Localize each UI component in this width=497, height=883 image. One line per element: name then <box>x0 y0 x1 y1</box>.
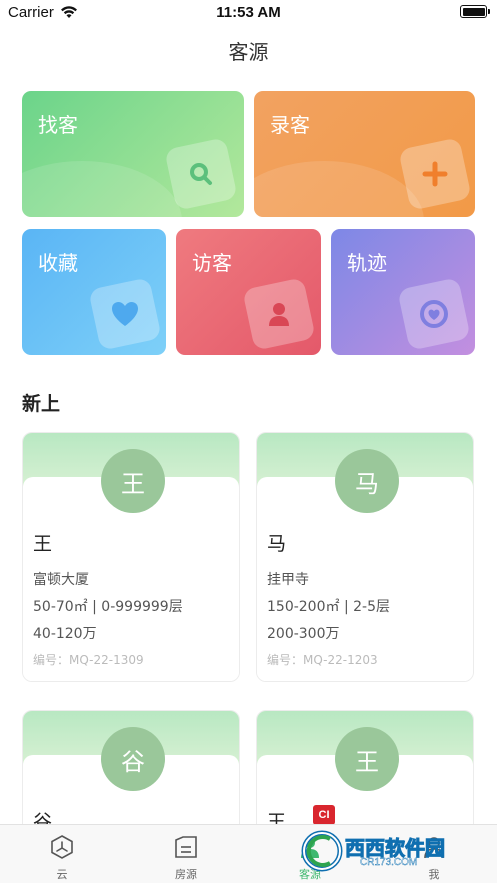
area-floor: 150-200㎡ | 2-5层 <box>267 599 390 615</box>
tab-label: 云 <box>56 868 68 881</box>
customer-card[interactable]: 王 王 富顿大厦 50-70㎡ | 0-999999层 40-120万 编号：M… <box>22 432 240 682</box>
tile-label: 轨迹 <box>347 251 387 275</box>
status-bar: Carrier 11:53 AM <box>0 0 497 26</box>
customer-card[interactable]: 马 马 挂甲寺 150-200㎡ | 2-5层 200-300万 编号：MQ-2… <box>256 432 474 682</box>
track-tile[interactable]: 轨迹 <box>331 229 475 355</box>
watermark-logo-icon <box>301 830 343 872</box>
avatar: 王 <box>101 449 165 513</box>
avatar: 谷 <box>101 727 165 791</box>
price-range: 200-300万 <box>267 626 340 642</box>
section-title: 新上 <box>22 393 61 415</box>
search-icon <box>164 137 238 211</box>
avatar: 马 <box>335 449 399 513</box>
track-icon <box>397 277 471 351</box>
tab-label: 房源 <box>175 868 197 881</box>
battery-icon <box>460 5 490 18</box>
cloud-hex-icon <box>51 835 73 859</box>
plus-icon <box>398 137 472 211</box>
favorites-tile[interactable]: 收藏 <box>22 229 166 355</box>
tile-label: 录客 <box>270 113 310 137</box>
tile-label: 收藏 <box>38 251 78 275</box>
clock: 11:53 AM <box>216 4 281 21</box>
visitors-tile[interactable]: 访客 <box>176 229 321 355</box>
house-doc-icon <box>175 836 197 858</box>
price-range: 40-120万 <box>33 626 97 642</box>
tile-label: 访客 <box>192 251 232 275</box>
find-customer-tile[interactable]: 找客 <box>22 91 244 217</box>
watermark-subtext: CR173.COM <box>360 857 418 868</box>
tab-listings[interactable]: 房源 <box>124 825 248 883</box>
add-customer-tile[interactable]: 录客 <box>254 91 475 217</box>
building-name: 挂甲寺 <box>267 572 309 588</box>
tile-decoration <box>22 161 182 217</box>
page-title: 客源 <box>228 40 269 64</box>
customer-name: 王 <box>33 533 53 555</box>
person-icon <box>242 277 316 351</box>
building-name: 富顿大厦 <box>33 572 89 588</box>
area-floor: 50-70㎡ | 0-999999层 <box>33 599 183 615</box>
avatar: 王 <box>335 727 399 791</box>
tab-cloud[interactable]: 云 <box>0 825 124 883</box>
customer-code: 编号：MQ-22-1309 <box>33 653 144 667</box>
heart-icon <box>88 277 162 351</box>
tile-label: 找客 <box>38 113 78 137</box>
watermark: 西西软件园 CR173.COM <box>300 829 480 873</box>
customer-name: 马 <box>267 533 287 555</box>
tag-icon: CI <box>313 805 335 825</box>
tile-decoration <box>254 161 424 217</box>
customer-code: 编号：MQ-22-1203 <box>267 653 378 667</box>
